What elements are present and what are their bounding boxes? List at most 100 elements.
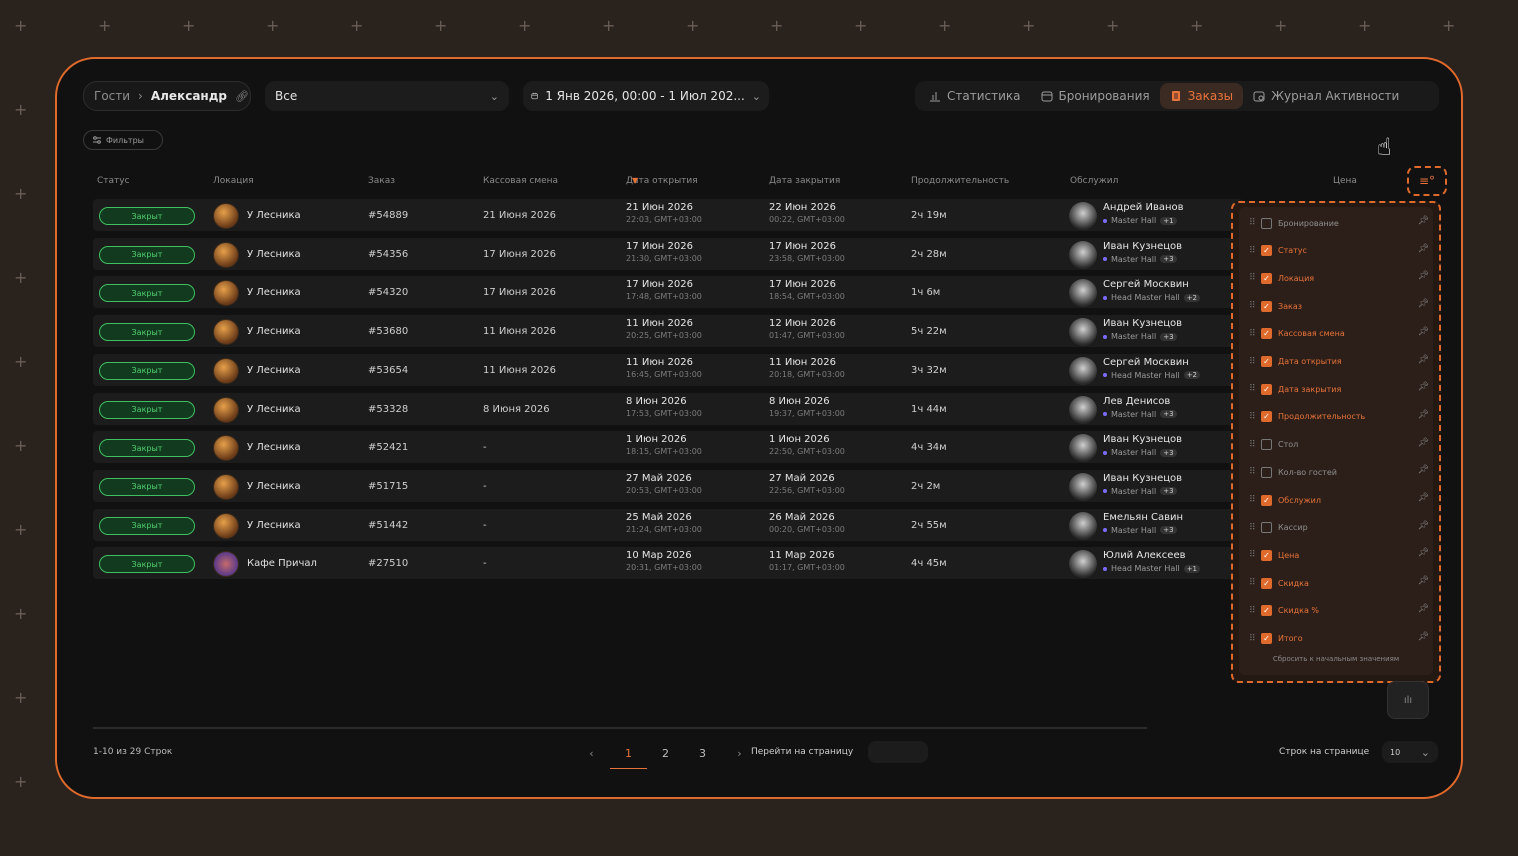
pin-icon[interactable]: 📌︎	[1418, 548, 1429, 558]
pin-icon[interactable]: 📌︎	[1418, 299, 1429, 309]
checkbox[interactable]: ✓	[1261, 328, 1272, 340]
order-number[interactable]: #54320	[368, 287, 408, 298]
checkbox[interactable]	[1261, 217, 1272, 229]
drag-handle-icon[interactable]: ⠿	[1249, 550, 1261, 560]
col-header-status[interactable]: Статус	[97, 176, 130, 186]
column-option[interactable]: ⠿ Кассир 📌︎	[1249, 520, 1429, 536]
checkbox[interactable]	[1261, 522, 1272, 534]
checkbox[interactable]: ✓	[1261, 605, 1272, 617]
column-option[interactable]: ⠿ Кол-во гостей 📌︎	[1249, 464, 1429, 480]
order-number[interactable]: #51715	[368, 481, 408, 492]
pin-icon[interactable]: 📌︎	[1418, 355, 1429, 365]
drag-handle-icon[interactable]: ⠿	[1249, 440, 1261, 450]
column-option[interactable]: ⠿ Стол 📌︎	[1249, 437, 1429, 453]
col-header-duration[interactable]: Продолжительность	[911, 176, 1009, 186]
date-range-picker[interactable]: 1 Янв 2026, 00:00 - 1 Июл 202... ⌄	[523, 81, 769, 111]
column-option[interactable]: ⠿ ✓ Скидка 📌︎	[1249, 575, 1429, 591]
table-row[interactable]: Закрыт У Лесника #52421-1 Июн 2026 18:15, G…	[93, 431, 1243, 464]
reset-columns-button[interactable]: Сбросить к начальным значениям	[1239, 655, 1433, 663]
pin-icon[interactable]: 📌︎	[1418, 271, 1429, 281]
chart-toggle-button[interactable]: ılı	[1387, 681, 1429, 719]
column-option[interactable]: ⠿ ✓ Дата открытия 📌︎	[1249, 354, 1429, 370]
checkbox[interactable]: ✓	[1261, 272, 1272, 284]
order-number[interactable]: #53680	[368, 326, 408, 337]
drag-handle-icon[interactable]: ⠿	[1249, 329, 1261, 339]
pin-icon[interactable]: 📌︎	[1418, 438, 1429, 448]
tab-statistics[interactable]: Статистика	[919, 83, 1031, 109]
column-option[interactable]: ⠿ ✓ Заказ 📌︎	[1249, 298, 1429, 314]
table-row[interactable]: Закрыт У Лесника #51715-27 Май 2026 20:53, …	[93, 469, 1243, 502]
order-number[interactable]: #53654	[368, 365, 408, 376]
column-settings-button[interactable]: ≡°	[1407, 166, 1447, 196]
table-row[interactable]: Закрыт У Лесника #53654 11 Июня 2026 11 Июн …	[93, 353, 1243, 386]
pin-icon[interactable]: 📌︎	[1418, 382, 1429, 392]
table-row[interactable]: Закрыт У Лесника #51442 - 25 Май 2026 21:24, …	[93, 508, 1243, 541]
checkbox[interactable]: ✓	[1261, 383, 1272, 395]
pin-icon[interactable]: 📌︎	[1418, 493, 1429, 503]
page-button[interactable]: 1	[610, 739, 647, 769]
col-header-closed[interactable]: Дата закрытия	[769, 176, 840, 186]
column-option[interactable]: ⠿ ✓ Цена 📌︎	[1249, 547, 1429, 563]
checkbox[interactable]: ✓	[1261, 633, 1272, 644]
table-row[interactable]: Закрыт Кафе Причал #27510 - 10 Мар 2026 20:31…	[93, 547, 1243, 580]
checkbox[interactable]: ✓	[1261, 549, 1272, 561]
pin-icon[interactable]: 📌︎	[1418, 244, 1429, 254]
drag-handle-icon[interactable]: ⠿	[1249, 412, 1261, 422]
column-option[interactable]: ⠿ ✓ Статус 📌︎	[1249, 243, 1429, 259]
column-option[interactable]: ⠿ ✓ Кассовая смена 📌︎	[1249, 326, 1429, 342]
col-header-order[interactable]: Заказ	[368, 176, 395, 186]
tab-orders[interactable]: Заказы	[1159, 83, 1244, 109]
tab-bookings[interactable]: Бронирования	[1031, 83, 1160, 109]
checkbox[interactable]: ✓	[1261, 411, 1272, 423]
table-row[interactable]: Закрыт У Лесника #53680 11 Июня 2026 11 Июн …	[93, 315, 1243, 348]
column-option[interactable]: ⠿ Бронирование 📌︎	[1249, 215, 1429, 231]
col-header-shift[interactable]: Кассовая смена	[483, 176, 558, 186]
column-option[interactable]: ⠿ ✓ Скидка % 📌︎	[1249, 603, 1429, 619]
drag-handle-icon[interactable]: ⠿	[1249, 301, 1261, 311]
pin-icon[interactable]: 📌︎	[1418, 410, 1429, 420]
order-number[interactable]: #52421	[368, 442, 408, 453]
rows-per-page-select[interactable]: 10 ⌄	[1382, 741, 1438, 763]
pin-icon[interactable]: 📌︎	[1418, 216, 1429, 226]
table-row[interactable]: Закрыт У Лесника #54356 17 Июня 2026 17 Июн …	[93, 237, 1243, 270]
order-number[interactable]: #53328	[368, 404, 408, 415]
breadcrumb-root[interactable]: Гости	[94, 89, 130, 103]
drag-handle-icon[interactable]: ⠿	[1249, 634, 1261, 644]
pin-icon[interactable]: 📌︎	[1418, 327, 1429, 337]
page-button[interactable]: 2	[647, 739, 684, 769]
link-icon[interactable]: 🔗︎	[235, 90, 249, 103]
pin-icon[interactable]: 📌︎	[1418, 576, 1429, 586]
pin-icon[interactable]: 📌︎	[1418, 632, 1429, 642]
checkbox[interactable]: ✓	[1261, 300, 1272, 312]
checkbox[interactable]: ✓	[1261, 245, 1272, 257]
table-row[interactable]: Закрыт У Лесника #53328 8 Июня 2026 8 Июн 20…	[93, 392, 1243, 425]
column-option[interactable]: ⠿ ✓ Обслужил 📌︎	[1249, 492, 1429, 508]
col-header-location[interactable]: Локация	[213, 176, 254, 186]
tab-activity-log[interactable]: Журнал Активности	[1243, 83, 1409, 109]
scope-select[interactable]: Все ⌄	[265, 81, 509, 111]
order-number[interactable]: #27510	[368, 558, 408, 569]
filters-button[interactable]: Фильтры	[83, 130, 163, 150]
horizontal-scrollbar[interactable]	[93, 727, 1147, 729]
goto-page-input[interactable]	[868, 741, 928, 763]
checkbox[interactable]	[1261, 439, 1272, 451]
order-number[interactable]: #54889	[368, 210, 408, 221]
drag-handle-icon[interactable]: ⠿	[1249, 273, 1261, 283]
table-row[interactable]: Закрыт У Лесника #54320 17 Июня 2026 17 Июн …	[93, 276, 1243, 309]
page-button[interactable]: 3	[684, 739, 721, 769]
drag-handle-icon[interactable]: ⠿	[1249, 218, 1261, 228]
order-number[interactable]: #54356	[368, 249, 408, 260]
checkbox[interactable]	[1261, 466, 1272, 478]
col-header-staff[interactable]: Обслужил	[1070, 176, 1118, 186]
checkbox[interactable]: ✓	[1261, 577, 1272, 589]
drag-handle-icon[interactable]: ⠿	[1249, 384, 1261, 394]
checkbox[interactable]: ✓	[1261, 494, 1272, 506]
column-option[interactable]: ⠿ ✓ Дата закрытия 📌︎	[1249, 381, 1429, 397]
pin-icon[interactable]: 📌︎	[1418, 465, 1429, 475]
drag-handle-icon[interactable]: ⠿	[1249, 578, 1261, 588]
column-option[interactable]: ⠿ ✓ Продолжительность 📌︎	[1249, 409, 1429, 425]
drag-handle-icon[interactable]: ⠿	[1249, 495, 1261, 505]
pin-icon[interactable]: 📌︎	[1418, 604, 1429, 614]
column-option[interactable]: ⠿ ✓ Итого 📌︎	[1249, 631, 1429, 647]
column-option[interactable]: ⠿ ✓ Локация 📌︎	[1249, 270, 1429, 286]
